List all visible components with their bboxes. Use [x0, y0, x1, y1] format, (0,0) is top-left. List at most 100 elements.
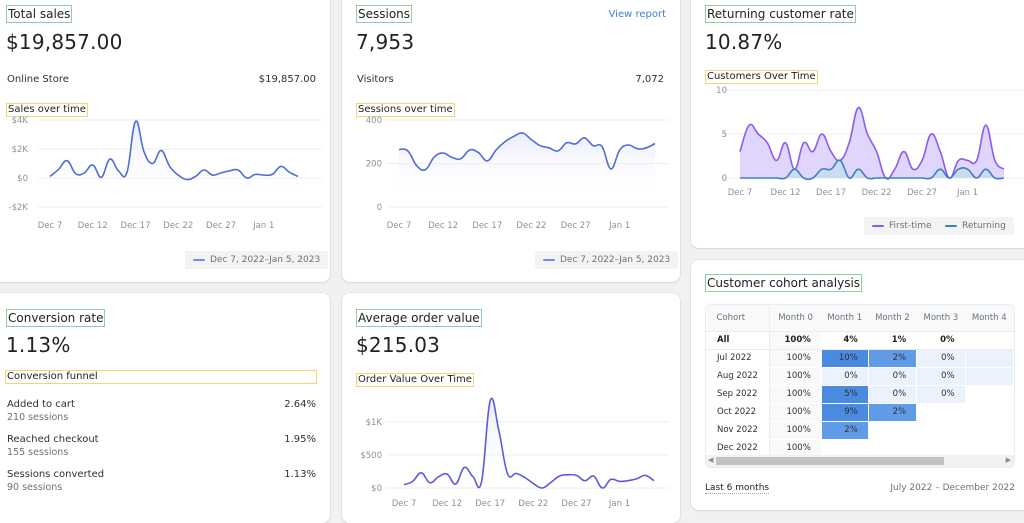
legend-swatch — [945, 225, 957, 227]
sessions-legend[interactable]: Dec 7, 2022–Jan 5, 2023 — [535, 251, 678, 269]
series-line — [404, 398, 654, 488]
scroll-left-icon[interactable]: ◀ — [708, 456, 713, 464]
x-tick-label: Dec 27 — [907, 188, 937, 198]
returning-value: 10.87% — [705, 30, 782, 54]
col-header-month-4[interactable]: Month 4 — [965, 305, 1013, 331]
col-header-cohort[interactable]: Cohort — [707, 305, 770, 331]
cohort-card: Customer cohort analysis Cohort Month 0 … — [691, 260, 1024, 510]
cohort-cell: 0% — [917, 385, 965, 403]
y-tick-label: 0 — [377, 203, 382, 213]
y-tick-label: 200 — [366, 160, 382, 170]
funnel-rate: 1.13% — [284, 469, 316, 480]
col-header-month-2[interactable]: Month 2 — [868, 305, 916, 331]
legend-swatch — [193, 259, 205, 261]
cohort-cell: 4% — [821, 331, 868, 349]
total-sales-value: $19,857.00 — [6, 30, 123, 54]
customers-chart: 1050Dec 7Dec 12Dec 17Dec 22Dec 27Jan 1 — [691, 86, 1024, 208]
scroll-right-icon[interactable]: ▶ — [1006, 456, 1011, 464]
y-tick-label: 10 — [716, 86, 727, 96]
x-tick-label: Jan 1 — [252, 221, 274, 231]
cohort-cell: 100% — [769, 385, 821, 403]
cohort-cell — [965, 349, 1013, 367]
conversion-card: Conversion rate 1.13% Conversion funnel … — [0, 293, 330, 523]
cohort-row: Sep 2022100%5%0%0% — [707, 385, 1014, 403]
y-tick-label: $1K — [366, 418, 383, 428]
col-header-month-1[interactable]: Month 1 — [821, 305, 868, 331]
funnel-sessions: 210 sessions — [7, 412, 316, 423]
cohort-table-container[interactable]: Cohort Month 0 Month 1 Month 2 Month 3 M… — [705, 304, 1015, 468]
cohort-label: Jul 2022 — [707, 349, 770, 367]
cohort-row: Jul 2022100%10%2%0% — [707, 349, 1014, 367]
cohort-cell: 0% — [917, 367, 965, 385]
cohort-cell: 2% — [821, 421, 868, 439]
x-tick-label: Dec 12 — [78, 221, 108, 231]
sessions-title[interactable]: Sessions — [356, 5, 412, 23]
scrollbar-thumb[interactable] — [716, 457, 944, 465]
legend-returning[interactable]: Returning — [937, 217, 1014, 235]
cohort-cell: 9% — [821, 403, 868, 421]
cohort-cell: 0% — [917, 349, 965, 367]
customers-chart-title: Customers Over Time — [705, 70, 818, 84]
cohort-cell — [965, 403, 1013, 421]
y-tick-label: $4K — [12, 116, 29, 126]
cohort-header-row: Cohort Month 0 Month 1 Month 2 Month 3 M… — [707, 305, 1014, 331]
legend-first-time[interactable]: First-time — [864, 217, 940, 235]
sales-legend[interactable]: Dec 7, 2022–Jan 5, 2023 — [185, 251, 328, 269]
x-tick-label: Dec 17 — [816, 188, 846, 198]
y-tick-label: -$2K — [9, 203, 29, 213]
view-report-link[interactable]: View report — [609, 9, 666, 20]
sessions-card: Sessions View report 7,953 Visitors 7,07… — [342, 0, 680, 282]
x-tick-label: Dec 12 — [771, 188, 801, 198]
cohort-cell — [965, 421, 1013, 439]
y-tick-label: $0 — [17, 174, 28, 184]
x-tick-label: Dec 22 — [518, 499, 548, 509]
aov-title[interactable]: Average order value — [356, 309, 482, 327]
horizontal-scrollbar[interactable]: ◀ ▶ — [706, 455, 1014, 467]
cohort-cell: 5% — [821, 385, 868, 403]
funnel-list: Added to cart 210 sessions 2.64% Reached… — [0, 293, 330, 523]
x-tick-label: Dec 7 — [387, 221, 412, 231]
funnel-label: Reached checkout — [7, 434, 316, 445]
x-tick-label: Jan 1 — [956, 188, 978, 198]
cohort-cell — [965, 385, 1013, 403]
returning-title[interactable]: Returning customer rate — [705, 5, 856, 23]
cohort-row: Aug 2022100%0%0%0% — [707, 367, 1014, 385]
funnel-label: Added to cart — [7, 399, 316, 410]
cohort-cell: 0% — [868, 385, 916, 403]
cohort-cell: 0% — [821, 367, 868, 385]
series-area — [50, 121, 298, 200]
x-tick-label: Dec 22 — [163, 221, 193, 231]
aov-chart: $1K$500$0Dec 7Dec 12Dec 17Dec 22Dec 27Ja… — [342, 389, 680, 523]
sales-legend-label: Dec 7, 2022–Jan 5, 2023 — [210, 255, 320, 265]
x-tick-label: Dec 17 — [121, 221, 151, 231]
cohort-cell — [917, 403, 965, 421]
y-tick-label: 400 — [366, 116, 382, 126]
cohort-label: Oct 2022 — [707, 403, 770, 421]
cohort-cell — [965, 331, 1013, 349]
x-tick-label: Dec 12 — [428, 221, 458, 231]
col-header-month-0[interactable]: Month 0 — [769, 305, 821, 331]
x-tick-label: Dec 22 — [862, 188, 892, 198]
funnel-sessions: 155 sessions — [7, 447, 316, 458]
x-tick-label: Dec 17 — [472, 221, 502, 231]
x-tick-label: Dec 27 — [561, 221, 591, 231]
x-tick-label: Dec 7 — [728, 188, 753, 198]
legend-returning-label: Returning — [962, 221, 1006, 231]
cohort-cell: 100% — [769, 331, 821, 349]
total-sales-title[interactable]: Total sales — [6, 5, 72, 23]
cohort-title[interactable]: Customer cohort analysis — [705, 274, 862, 292]
online-store-label: Online Store — [7, 74, 69, 85]
y-tick-label: $500 — [360, 451, 382, 461]
col-header-month-3[interactable]: Month 3 — [917, 305, 965, 331]
cohort-label: Nov 2022 — [707, 421, 770, 439]
x-tick-label: Dec 7 — [392, 499, 417, 509]
cohort-row: Nov 2022100%2% — [707, 421, 1014, 439]
x-tick-label: Dec 17 — [475, 499, 505, 509]
x-tick-label: Dec 27 — [561, 499, 591, 509]
sessions-value: 7,953 — [356, 30, 414, 54]
x-tick-label: Dec 7 — [38, 221, 63, 231]
cohort-row-all: All100%4%1%0% — [707, 331, 1014, 349]
cohort-date-range: July 2022 – December 2022 — [890, 483, 1015, 493]
x-tick-label: Dec 27 — [206, 221, 236, 231]
cohort-period-selector[interactable]: Last 6 months — [705, 483, 769, 494]
